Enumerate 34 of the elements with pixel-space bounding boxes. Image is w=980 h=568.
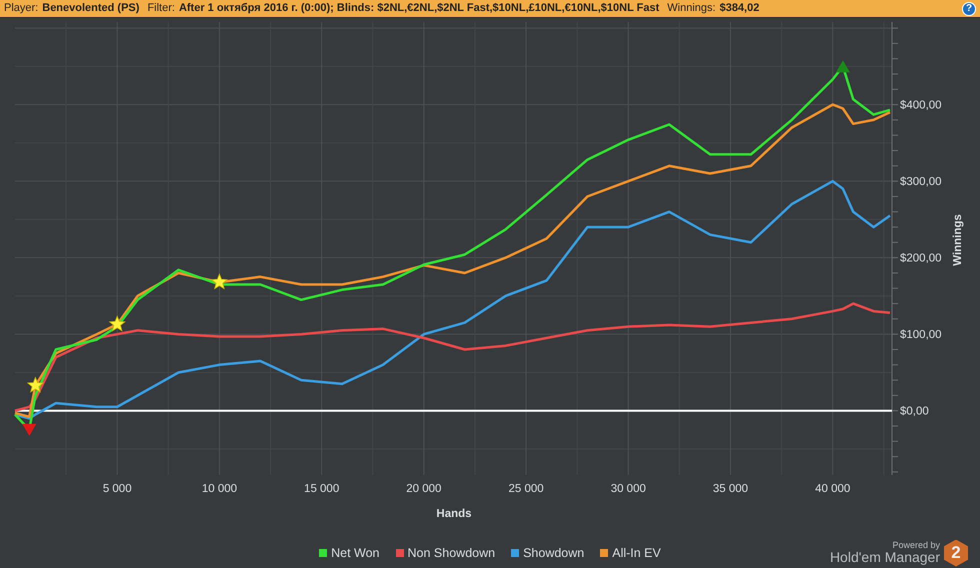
high-marker bbox=[836, 60, 850, 72]
powered-by-caption: Powered by bbox=[891, 540, 940, 550]
y-tick-label: $200,00 bbox=[900, 252, 942, 265]
y-tick-label: $0,00 bbox=[900, 406, 929, 418]
y-axis-title: Winnings bbox=[952, 214, 964, 266]
field-value: $384,02 bbox=[720, 1, 760, 16]
field-label: Player: bbox=[4, 1, 38, 16]
y-tick-label: $300,00 bbox=[900, 176, 942, 188]
field-value: Benevolented (PS) bbox=[42, 1, 140, 16]
y-tick-label: $100,00 bbox=[900, 329, 942, 342]
x-tick-label: 30 000 bbox=[610, 483, 646, 495]
field-label: Filter: bbox=[147, 1, 175, 16]
x-tick-label: 40 000 bbox=[815, 483, 850, 495]
x-tick-label: 25 000 bbox=[508, 483, 544, 495]
field-value: After 1 октября 2016 г. (0:00); Blinds: $2NL,€2NL,$2NL Fast,$10NL,£10NL,€10NL,$10NL Fast bbox=[178, 1, 660, 16]
legend-label[interactable]: Showdown bbox=[523, 544, 584, 562]
logo-badge: 2 bbox=[944, 540, 968, 566]
legend-label[interactable]: Non Showdown bbox=[408, 544, 496, 562]
x-tick-label: 15 000 bbox=[304, 483, 340, 495]
legend-label[interactable]: All-In EV bbox=[612, 544, 661, 562]
y-tick-label: $400,00 bbox=[900, 100, 942, 112]
star-marker bbox=[108, 315, 126, 332]
x-tick-label: 5 000 bbox=[102, 483, 132, 495]
x-tick-label: 20 000 bbox=[406, 483, 442, 495]
field-label: Winnings: bbox=[667, 1, 716, 16]
star-marker bbox=[26, 376, 44, 393]
low-marker bbox=[22, 424, 36, 436]
legend-label[interactable]: Net Won bbox=[331, 544, 380, 562]
x-tick-label: 35 000 bbox=[712, 483, 748, 495]
x-tick-label: 10 000 bbox=[202, 483, 238, 495]
product-name: Hold'em Manager bbox=[830, 550, 940, 566]
star-marker bbox=[210, 273, 228, 290]
x-axis-title: Hands bbox=[436, 508, 472, 520]
help-button[interactable]: ? bbox=[962, 2, 976, 16]
